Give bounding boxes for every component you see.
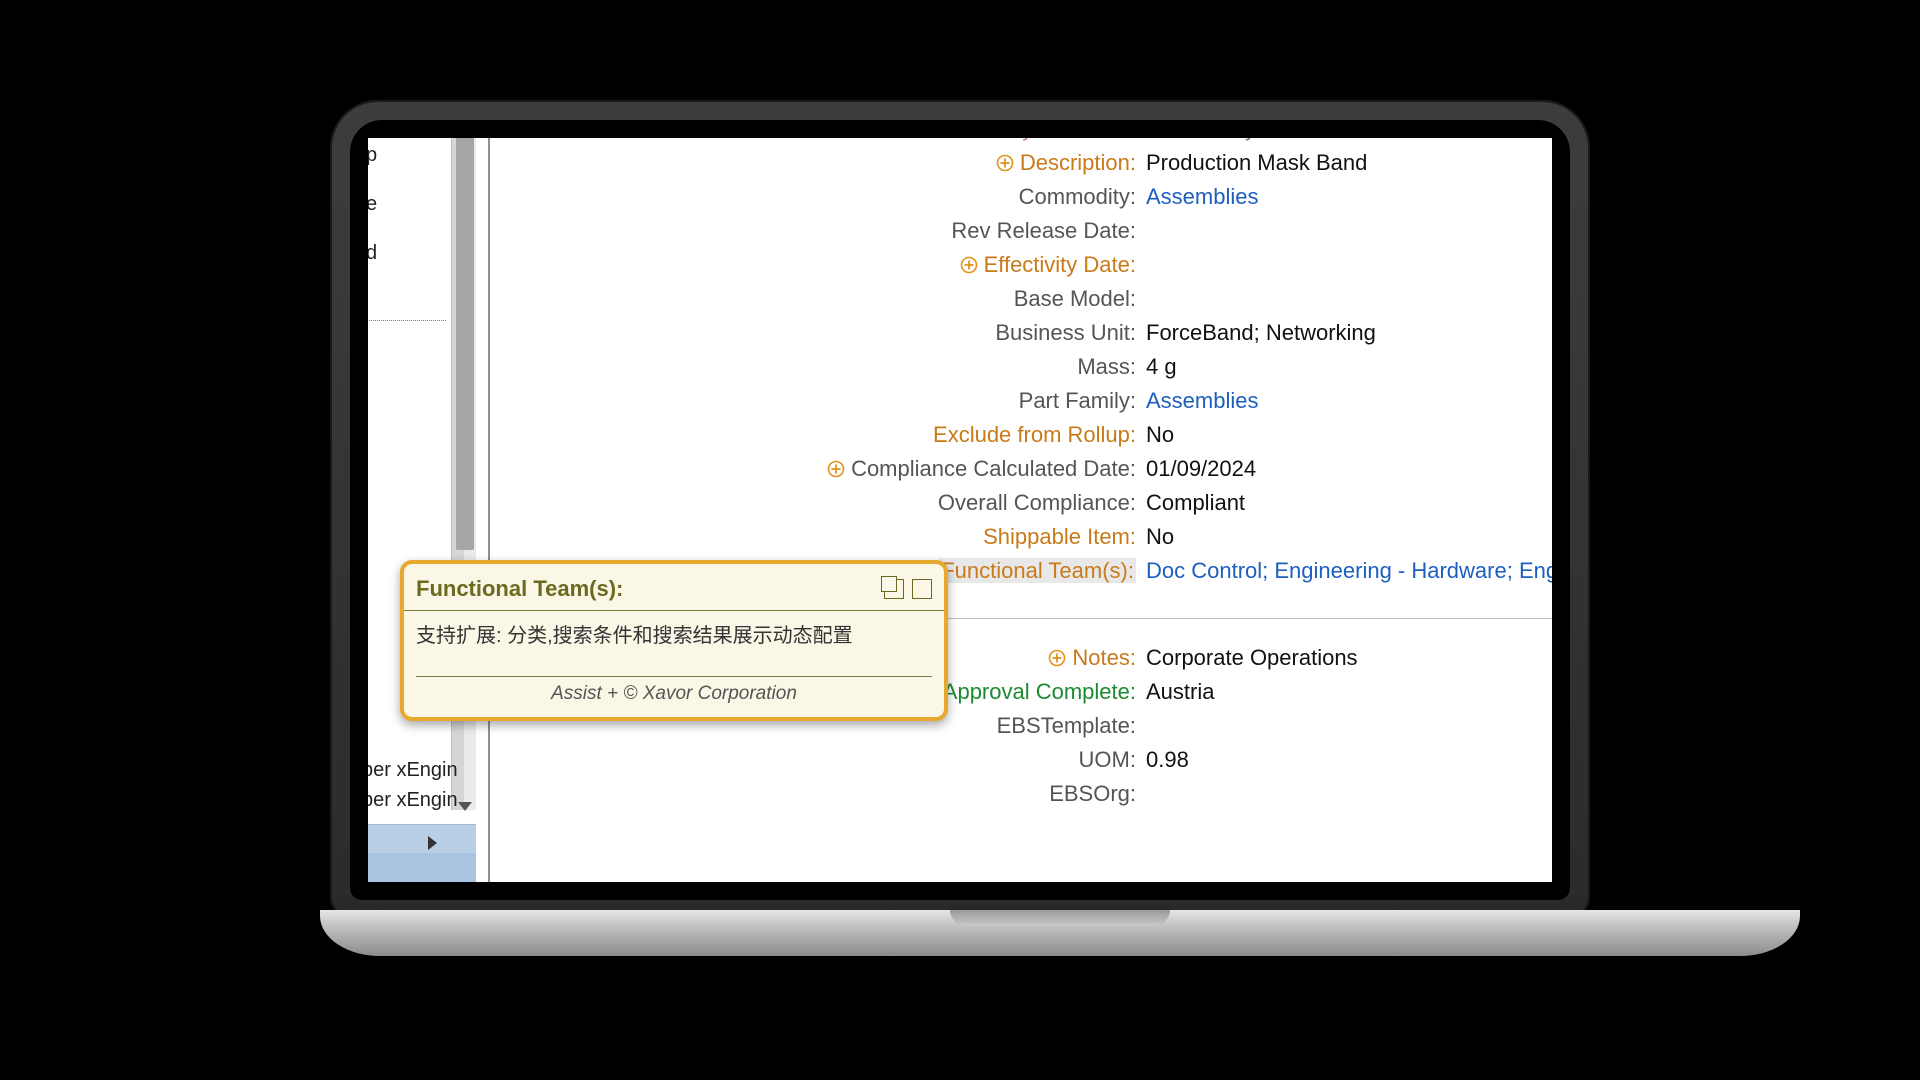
dropdown-icon[interactable] (458, 802, 472, 811)
field-row-uom: UOM:0.98 (506, 743, 1552, 777)
screen-bezel: p e d ber xEngin ber xEngin (350, 120, 1570, 900)
field-label-description: Description: (506, 146, 1142, 180)
field-label-rev_release_date: Rev Release Date: (506, 214, 1142, 248)
expand-icon[interactable] (428, 836, 437, 850)
field-label-uom: UOM: (506, 743, 1142, 777)
field-value-business_unit: ForceBand; Networking (1142, 316, 1552, 350)
field-value-notes: Corporate Operations (1142, 641, 1552, 675)
field-value-description: Production Mask Band (1142, 146, 1552, 180)
field-label-text: Commodity: (1019, 184, 1136, 209)
field-label-text: Overall Compliance: (938, 490, 1136, 515)
field-label-business_unit: Business Unit: (506, 316, 1142, 350)
field-label-text: Compliance Calculated Date: (851, 456, 1136, 481)
screen: p e d ber xEngin ber xEngin (368, 138, 1552, 882)
sidebar-footer (368, 824, 476, 882)
laptop-base (320, 910, 1800, 956)
tooltip-body: 支持扩展: 分类,搜索条件和搜索结果展示动态配置 (404, 611, 944, 658)
field-row-overall_compliance: Overall Compliance:Compliant (506, 486, 1552, 520)
field-label-text: Shippable Item: (983, 524, 1136, 549)
field-row-base_model: Base Model: (506, 282, 1552, 316)
field-label-base_model: Base Model: (506, 282, 1142, 316)
field-label-exclude_from_rollup: Exclude from Rollup: (506, 418, 1142, 452)
field-label-text: Notes: (1072, 645, 1136, 670)
add-icon[interactable] (960, 256, 978, 274)
field-value-shippable_item: No (1142, 520, 1552, 554)
field-row-commodity: Commodity:Assemblies (506, 180, 1552, 214)
sidebar-scrollbar-thumb[interactable] (456, 138, 474, 550)
app-viewport: p e d ber xEngin ber xEngin (368, 138, 1552, 882)
assist-tooltip: Functional Team(s): 支持扩展: 分类,搜索条件和搜索结果展示… (400, 560, 948, 721)
field-label-mass: Mass: (506, 350, 1142, 384)
field-label-commodity: Commodity: (506, 180, 1142, 214)
field-label-text: Exclude from Rollup: (933, 422, 1136, 447)
add-icon[interactable] (827, 460, 845, 478)
field-value-lifecycle_phase: Preliminary (1142, 138, 1552, 146)
sidebar-item[interactable]: d (368, 238, 446, 269)
field-row-part_family: Part Family:Assemblies (506, 384, 1552, 418)
field-label-text: EBSTemplate: (997, 713, 1136, 738)
sidebar-items: p e d (368, 140, 446, 275)
tooltip-header: Functional Team(s): (404, 564, 944, 611)
field-row-mass: Mass:4 g (506, 350, 1552, 384)
field-value-overall_compliance: Compliant (1142, 486, 1552, 520)
tooltip-footer: Assist + © Xavor Corporation (416, 676, 932, 716)
field-label-effectivity_date: Effectivity Date: (506, 248, 1142, 282)
field-row-rev_release_date: Rev Release Date: (506, 214, 1552, 248)
field-label-text: Description: (1020, 150, 1136, 175)
field-value-commodity[interactable]: Assemblies (1142, 180, 1552, 214)
field-value-uom: 0.98 (1142, 743, 1552, 777)
field-label-text: EBSOrg: (1049, 781, 1136, 806)
field-value-compliance_calculated_date: 01/09/2024 (1142, 452, 1552, 486)
add-icon[interactable] (1048, 649, 1066, 667)
field-label-ebs_org: EBSOrg: (506, 777, 1142, 811)
trackpad-notch (950, 910, 1170, 926)
sidebar-divider (368, 320, 446, 321)
field-row-compliance_calculated_date: Compliance Calculated Date:01/09/2024 (506, 452, 1552, 486)
field-label-compliance_calculated_date: Compliance Calculated Date: (506, 452, 1142, 486)
sidebar-item[interactable]: e (368, 189, 446, 220)
engine-label: ber xEngin (368, 785, 458, 816)
field-label-text: UOM: (1079, 747, 1136, 772)
field-label-text: Effectivity Date: (984, 252, 1136, 277)
sidebar: p e d ber xEngin ber xEngin (368, 138, 476, 882)
engine-label: ber xEngin (368, 755, 458, 786)
field-value-exclude_from_rollup: No (1142, 418, 1552, 452)
field-label-overall_compliance: Overall Compliance: (506, 486, 1142, 520)
field-row-ebs_org: EBSOrg: (506, 777, 1552, 811)
field-label-text: Base Model: (1014, 286, 1136, 311)
field-row-effectivity_date: Effectivity Date: (506, 248, 1552, 282)
field-label-text: Functional Team(s): (939, 558, 1136, 583)
field-label-lifecycle_phase: Lifecycle Phase: (506, 138, 1142, 146)
field-row-shippable_item: Shippable Item:No (506, 520, 1552, 554)
field-row-exclude_from_rollup: Exclude from Rollup:No (506, 418, 1552, 452)
details-form: Lifecycle Phase:PreliminaryDescription:P… (506, 138, 1552, 882)
expand-window-icon[interactable] (912, 579, 932, 599)
field-value-market_approval_complete: Austria (1142, 675, 1552, 709)
field-value-mass: 4 g (1142, 350, 1552, 384)
field-label-text: Mass: (1077, 354, 1136, 379)
field-value-functional_teams[interactable]: Doc Control; Engineering - Hardware; Eng… (1142, 554, 1552, 588)
field-label-text: Part Family: (1019, 388, 1136, 413)
add-icon[interactable] (996, 154, 1014, 172)
field-label-text: Business Unit: (995, 320, 1136, 345)
field-row-business_unit: Business Unit:ForceBand; Networking (506, 316, 1552, 350)
field-row-description: Description:Production Mask Band (506, 146, 1552, 180)
tooltip-title: Functional Team(s): (416, 572, 623, 606)
field-label-text: Lifecycle Phase: (976, 138, 1136, 141)
field-label-text: Rev Release Date: (951, 218, 1136, 243)
copy-icon[interactable] (884, 579, 904, 599)
sidebar-item[interactable]: p (368, 140, 446, 171)
field-row-lifecycle_phase: Lifecycle Phase: Preliminary (506, 138, 1552, 146)
field-label-shippable_item: Shippable Item: (506, 520, 1142, 554)
field-value-part_family[interactable]: Assemblies (1142, 384, 1552, 418)
laptop-lid: p e d ber xEngin ber xEngin (330, 100, 1590, 920)
laptop-mockup: p e d ber xEngin ber xEngin (320, 100, 1600, 956)
field-label-part_family: Part Family: (506, 384, 1142, 418)
vertical-splitter[interactable] (488, 138, 490, 882)
